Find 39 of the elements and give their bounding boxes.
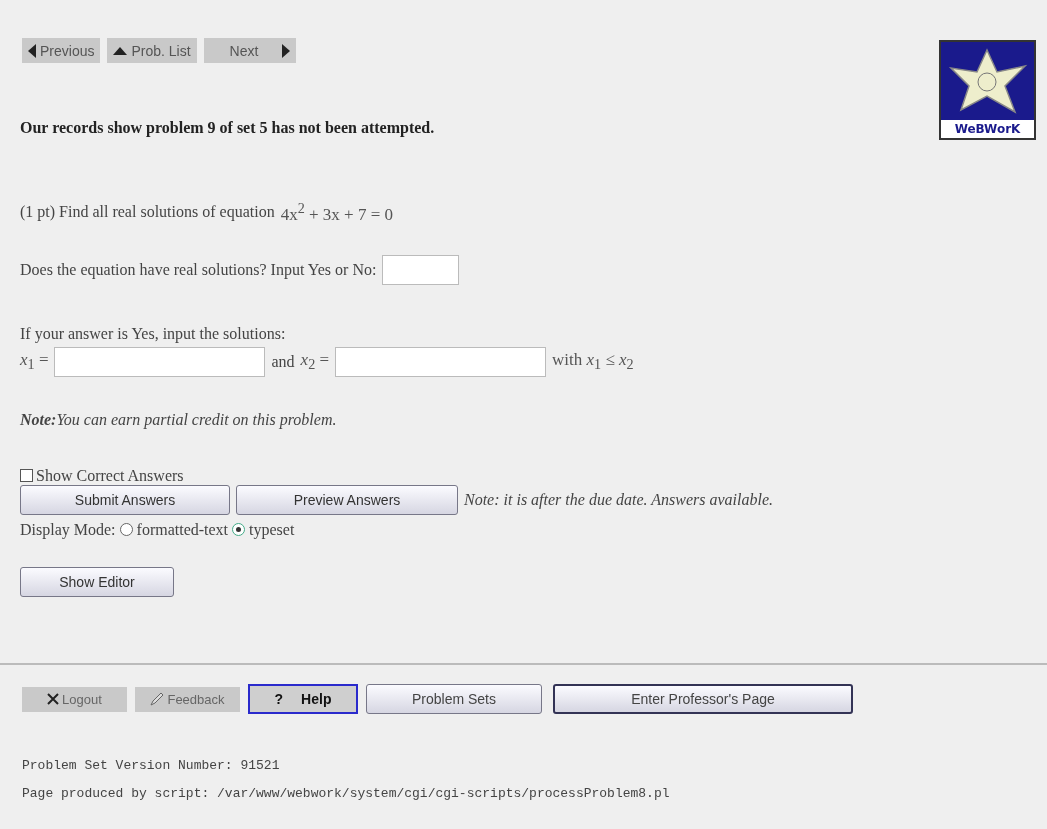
- footer-button[interactable]: ? Help: [248, 684, 358, 714]
- variable-label: x$_{1}$ =: [20, 349, 49, 374]
- equation: 4x$^{2}$ + 3x + 7 = 0: [280, 200, 393, 225]
- action-button[interactable]: Preview Answers: [236, 484, 458, 515]
- pencil-icon: [150, 692, 165, 706]
- variable-label: x$_{2}$ =: [300, 349, 330, 374]
- footer-button[interactable]: Problem Sets: [366, 684, 542, 714]
- action-button[interactable]: Submit Answers: [20, 484, 230, 515]
- answer-field[interactable]: [382, 254, 460, 285]
- checkbox[interactable]: [20, 469, 33, 483]
- close-icon: [47, 693, 60, 705]
- partial-credit-note: Note:You can earn partial credit on this problem.: [20, 410, 338, 429]
- footer-button[interactable]: Logout: [22, 686, 127, 712]
- nav-button[interactable]: Prob. List: [107, 38, 197, 63]
- nav-button[interactable]: Previous: [22, 38, 101, 63]
- and-label: and: [271, 352, 295, 371]
- script-path: Page produced by script: /var/www/webwork/system/cgi/cgi-scripts/processProblem8.pl: [22, 785, 671, 803]
- problem-statement: (1 pt) Find all real solutions of equation: [20, 203, 275, 222]
- question-text: Does the equation have real solutions? Input Yes or No:: [20, 260, 377, 279]
- version-number: Problem Set Version Number: 91521: [22, 757, 281, 775]
- footer-button[interactable]: Enter Professor's Page: [553, 684, 853, 714]
- left-triangle-icon: [28, 43, 36, 58]
- answer-field[interactable]: [335, 346, 547, 377]
- constraint-text: with x$_{1}$ ≤ x$_{2}$: [552, 349, 634, 374]
- display-mode-label: Display Mode:: [20, 520, 116, 539]
- answer-field[interactable]: [54, 346, 266, 377]
- radio-label: typeset: [249, 520, 295, 539]
- up-triangle-icon: [113, 46, 128, 55]
- radio-label: formatted-text: [136, 520, 229, 539]
- status-message: Our records show problem 9 of set 5 has not been attempted.: [20, 119, 435, 137]
- radio-button[interactable]: [232, 523, 246, 537]
- due-date-note: Note: it is after the due date. Answers available.: [464, 490, 773, 509]
- show-editor-button[interactable]: Show Editor: [20, 566, 174, 597]
- radio-button[interactable]: [119, 523, 133, 537]
- checkbox-label: Show Correct Answers: [36, 466, 184, 485]
- right-triangle-icon: [282, 43, 291, 58]
- solutions-prompt: If your answer is Yes, input the solutions:: [20, 324, 287, 343]
- webwork-logo: WeBWorK: [939, 40, 1036, 140]
- nav-button[interactable]: Next: [203, 38, 297, 63]
